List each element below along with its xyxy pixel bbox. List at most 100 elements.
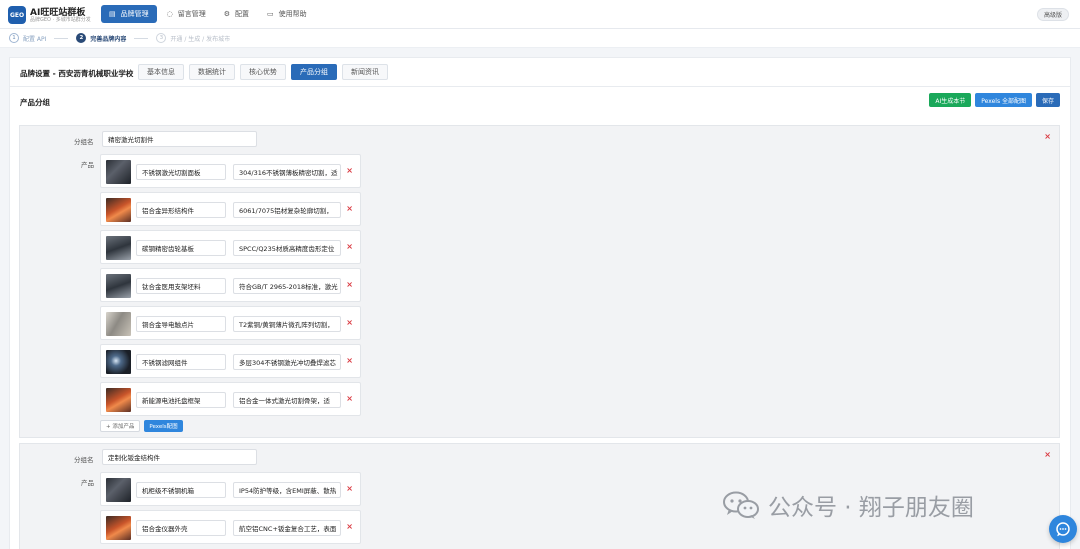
product-desc-input[interactable]: T2紫铜/黄铜薄片微孔阵列切割， bbox=[233, 316, 341, 332]
section-actions: AI生成本节 Pexels 全部配图 保存 bbox=[929, 93, 1060, 107]
nav-item-messages[interactable]: ◌ 留言管理 bbox=[159, 5, 214, 23]
products-label: 产品 bbox=[81, 479, 94, 487]
product-desc-input[interactable]: SPCC/Q235材质高精度齿形定位 bbox=[233, 240, 341, 256]
product-thumbnail[interactable] bbox=[106, 350, 131, 374]
product-name-input[interactable]: 铝合金仪器外壳 bbox=[136, 520, 226, 536]
group-name-label: 分组名 bbox=[74, 456, 94, 464]
product-thumbnail[interactable] bbox=[106, 198, 131, 222]
product-thumbnail[interactable] bbox=[106, 160, 131, 184]
save-button[interactable]: 保存 bbox=[1035, 93, 1060, 107]
tab-product-groups[interactable]: 产品分组 bbox=[291, 64, 337, 80]
product-row: 新能源电池托盘框架 铝合金一体式激光切割骨架，适 × bbox=[100, 382, 361, 416]
step-divider bbox=[134, 37, 149, 39]
delete-group-icon[interactable]: × bbox=[1044, 450, 1051, 459]
product-list: 不锈钢激光切割面板 304/316不锈钢薄板精密切割，适 × 铝合金异形结构件 … bbox=[100, 154, 361, 420]
product-name-input[interactable]: 不锈钢激光切割面板 bbox=[136, 164, 226, 180]
pexels-button[interactable]: Pexels配图 bbox=[144, 420, 183, 432]
page-title: 品牌设置 - 西安沥青机械职业学校 bbox=[20, 69, 134, 78]
product-desc-input[interactable]: IP54防护等级，含EMI屏蔽、散热 bbox=[233, 482, 341, 498]
group-name-input[interactable]: 定制化钣金结构件 bbox=[102, 449, 257, 465]
main-nav: ▤ 品牌管理 ◌ 留言管理 ⚙ 配置 ▭ 使用帮助 bbox=[101, 5, 315, 23]
message-icon: ◌ bbox=[166, 10, 173, 18]
chart-icon: ▤ bbox=[109, 10, 116, 18]
nav-item-label: 使用帮助 bbox=[278, 10, 307, 18]
product-list: 机柜级不锈钢机箱 IP54防护等级，含EMI屏蔽、散热 × 铝合金仪器外壳 航空… bbox=[100, 472, 361, 548]
nav-item-label: 配置 bbox=[235, 10, 250, 18]
section-title: 产品分组 bbox=[20, 98, 50, 107]
add-product-button[interactable]: + 添加产品 bbox=[100, 420, 141, 432]
step-publish-cities: 3 开通 / 生成 / 发布城市 bbox=[156, 33, 230, 43]
product-row: 铝合金仪器外壳 航空铝CNC+钣金复合工艺，表面 × bbox=[100, 510, 361, 544]
watermark: 公众号 · 翔子朋友圈 bbox=[722, 488, 974, 522]
nav-item-brand[interactable]: ▤ 品牌管理 bbox=[101, 5, 157, 23]
delete-product-icon[interactable]: × bbox=[346, 356, 353, 365]
product-thumbnail[interactable] bbox=[106, 478, 131, 502]
brand-tabs: 基本信息 数据统计 核心优势 产品分组 新闻资讯 bbox=[138, 64, 388, 80]
product-row: 不锈钢激光切割面板 304/316不锈钢薄板精密切割，适 × bbox=[100, 154, 361, 188]
tab-statistics[interactable]: 数据统计 bbox=[189, 64, 235, 80]
product-name-input[interactable]: 铝合金异形结构件 bbox=[136, 202, 226, 218]
gear-icon: ⚙ bbox=[223, 10, 231, 18]
product-thumbnail[interactable] bbox=[106, 516, 131, 540]
group-actions: + 添加产品 Pexels配图 bbox=[100, 420, 183, 432]
product-thumbnail[interactable] bbox=[106, 388, 131, 412]
pexels-all-button[interactable]: Pexels 全部配图 bbox=[975, 93, 1032, 107]
step-label: 开通 / 生成 / 发布城市 bbox=[170, 35, 231, 43]
delete-product-icon[interactable]: × bbox=[346, 484, 353, 493]
delete-product-icon[interactable]: × bbox=[346, 394, 353, 403]
tab-news[interactable]: 新闻资讯 bbox=[342, 64, 388, 80]
product-thumbnail[interactable] bbox=[106, 312, 131, 336]
setup-steps: 1 配置 API 2 完善品牌内容 3 开通 / 生成 / 发布城市 bbox=[0, 29, 1080, 48]
product-name-input[interactable]: 新能源电池托盘框架 bbox=[136, 392, 226, 408]
delete-product-icon[interactable]: × bbox=[346, 204, 353, 213]
step-number: 1 bbox=[9, 33, 19, 43]
app-subtitle: 品牌GEO · 多城市站群分发 bbox=[30, 17, 91, 23]
product-desc-input[interactable]: 符合GB/T 2965-2018标准，激光 bbox=[233, 278, 341, 294]
watermark-text: 公众号 · 翔子朋友圈 bbox=[768, 495, 974, 521]
products-label: 产品 bbox=[81, 161, 94, 169]
step-config-api[interactable]: 1 配置 API bbox=[9, 33, 46, 43]
delete-product-icon[interactable]: × bbox=[346, 242, 353, 251]
product-row: 钛合金医用支架坯料 符合GB/T 2965-2018标准，激光 × bbox=[100, 268, 361, 302]
brand-settings-header: 品牌设置 - 西安沥青机械职业学校 基本信息 数据统计 核心优势 产品分组 新闻… bbox=[9, 57, 1071, 86]
step-brand-content[interactable]: 2 完善品牌内容 bbox=[76, 33, 126, 43]
app-logo[interactable]: GEO bbox=[8, 6, 26, 24]
nav-item-label: 留言管理 bbox=[177, 10, 206, 18]
step-label: 配置 API bbox=[23, 35, 47, 43]
step-label: 完善品牌内容 bbox=[90, 35, 127, 43]
product-desc-input[interactable]: 6061/7075铝材复杂轮廓切割， bbox=[233, 202, 341, 218]
nav-item-label: 品牌管理 bbox=[120, 10, 149, 18]
nav-item-help[interactable]: ▭ 使用帮助 bbox=[259, 5, 315, 23]
product-row: 碳钢精密齿轮基板 SPCC/Q235材质高精度齿形定位 × bbox=[100, 230, 361, 264]
step-number: 2 bbox=[76, 33, 87, 43]
product-name-input[interactable]: 不锈钢滤网组件 bbox=[136, 354, 226, 370]
step-number: 3 bbox=[156, 33, 167, 43]
ai-generate-button[interactable]: AI生成本节 bbox=[929, 93, 972, 107]
product-name-input[interactable]: 钛合金医用支架坯料 bbox=[136, 278, 226, 294]
product-thumbnail[interactable] bbox=[106, 236, 131, 260]
nav-item-config[interactable]: ⚙ 配置 bbox=[216, 5, 257, 23]
product-row: 机柜级不锈钢机箱 IP54防护等级，含EMI屏蔽、散热 × bbox=[100, 472, 361, 506]
product-desc-input[interactable]: 航空铝CNC+钣金复合工艺，表面 bbox=[233, 520, 341, 536]
product-group: × 分组名 精密激光切割件 产品 不锈钢激光切割面板 304/316不锈钢薄板精… bbox=[19, 125, 1060, 438]
delete-product-icon[interactable]: × bbox=[346, 166, 353, 175]
tab-core-advantages[interactable]: 核心优势 bbox=[240, 64, 286, 80]
chat-icon bbox=[1056, 522, 1070, 537]
delete-product-icon[interactable]: × bbox=[346, 318, 353, 327]
delete-group-icon[interactable]: × bbox=[1044, 132, 1051, 141]
product-name-input[interactable]: 碳钢精密齿轮基板 bbox=[136, 240, 226, 256]
product-name-input[interactable]: 铜合金导电触点片 bbox=[136, 316, 226, 332]
product-desc-input[interactable]: 多层304不锈钢激光冲切叠焊滤芯 bbox=[233, 354, 341, 370]
tab-basic-info[interactable]: 基本信息 bbox=[138, 64, 184, 80]
chat-button[interactable] bbox=[1049, 515, 1077, 543]
product-desc-input[interactable]: 铝合金一体式激光切割骨架，适 bbox=[233, 392, 341, 408]
product-thumbnail[interactable] bbox=[106, 274, 131, 298]
edition-badge[interactable]: 高级版 bbox=[1036, 8, 1069, 21]
product-groups-panel: 产品分组 AI生成本节 Pexels 全部配图 保存 × 分组名 精密激光切割件… bbox=[9, 86, 1071, 549]
product-desc-input[interactable]: 304/316不锈钢薄板精密切割，适 bbox=[233, 164, 341, 180]
group-name-input[interactable]: 精密激光切割件 bbox=[102, 131, 257, 147]
product-name-input[interactable]: 机柜级不锈钢机箱 bbox=[136, 482, 226, 498]
delete-product-icon[interactable]: × bbox=[346, 280, 353, 289]
delete-product-icon[interactable]: × bbox=[346, 522, 353, 531]
product-row: 铝合金异形结构件 6061/7075铝材复杂轮廓切割， × bbox=[100, 192, 361, 226]
